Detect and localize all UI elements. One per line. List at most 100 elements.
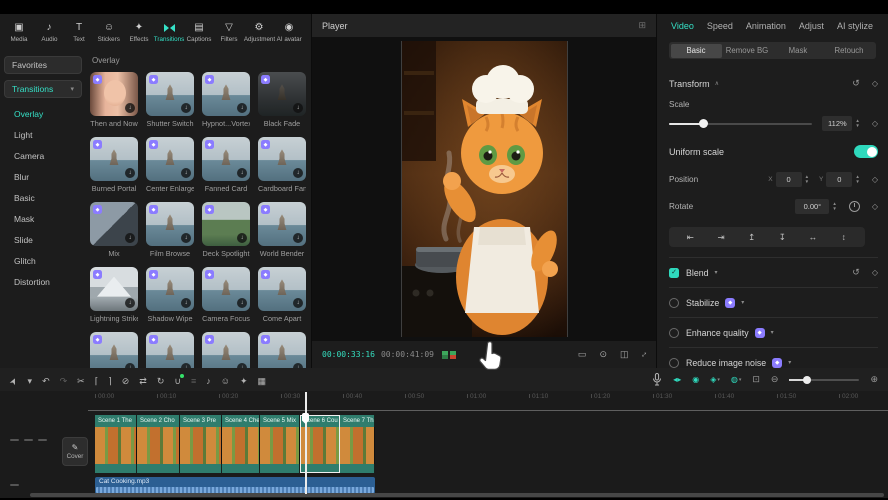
transform-keyframe-icon[interactable]: ◇: [872, 79, 878, 88]
keyframe-icon[interactable]: ◇: [872, 268, 878, 277]
redo-icon[interactable]: ↷: [60, 376, 68, 387]
toolbar-item-transitions[interactable]: Transitions: [154, 22, 184, 43]
download-icon[interactable]: ↓: [293, 168, 303, 178]
transition-item-fanned-card[interactable]: ◆↓Fanned Card: [202, 137, 250, 193]
grid-icon[interactable]: ◫: [620, 349, 629, 360]
uniform-scale-toggle[interactable]: [854, 145, 878, 158]
track-control-icon[interactable]: [24, 439, 33, 441]
download-icon[interactable]: ↓: [125, 168, 135, 178]
scale-stepper[interactable]: ▲▼: [855, 119, 859, 128]
reset-transform-icon[interactable]: ↺: [852, 78, 860, 89]
sidebar-item-mask[interactable]: Mask: [4, 209, 88, 230]
subtab-retouch[interactable]: Retouch: [824, 44, 875, 58]
rotate-dial[interactable]: [849, 201, 860, 212]
transition-thumbnail[interactable]: ◆↓: [146, 137, 194, 181]
download-icon[interactable]: ↓: [181, 233, 191, 243]
timeline-clip-scene-2-cho[interactable]: Scene 2 Cho: [137, 415, 180, 473]
marker-icon[interactable]: ≡: [191, 376, 196, 386]
section-stabilize[interactable]: Stabilize◆▾: [669, 287, 878, 317]
position-keyframe-icon[interactable]: ◇: [872, 175, 878, 184]
ratio-icon[interactable]: ▭: [578, 349, 587, 360]
transition-thumbnail[interactable]: ◆↓: [146, 332, 194, 368]
download-icon[interactable]: ↓: [237, 233, 247, 243]
position-y-field[interactable]: 0: [826, 172, 852, 187]
transition-thumbnail[interactable]: ◆↓: [258, 267, 306, 311]
subtab-remove-bg[interactable]: Remove BG: [722, 44, 773, 58]
voice-icon[interactable]: ☺: [221, 376, 230, 386]
transition-item[interactable]: ◆↓: [146, 332, 194, 368]
position-x-field[interactable]: 0: [776, 172, 802, 187]
screen-icon[interactable]: ▦: [258, 376, 267, 387]
checkbox-icon[interactable]: [669, 358, 679, 368]
track-control-icon[interactable]: [38, 439, 47, 441]
download-icon[interactable]: ↓: [237, 103, 247, 113]
keyframe-toggle-icon[interactable]: ◈▾: [710, 375, 720, 384]
rotate-value-field[interactable]: 0.00°: [795, 199, 829, 214]
timeline-clip-scene-1-the[interactable]: Scene 1 The: [95, 415, 137, 473]
download-icon[interactable]: ↓: [125, 233, 135, 243]
download-icon[interactable]: ↓: [293, 298, 303, 308]
tab-ai-stylize[interactable]: AI stylize: [837, 21, 873, 31]
track-control-icon[interactable]: [10, 439, 19, 441]
download-icon[interactable]: ↓: [181, 103, 191, 113]
transition-item[interactable]: ◆↓: [90, 332, 138, 368]
mirror-icon[interactable]: ⇄: [139, 376, 147, 387]
transition-thumbnail[interactable]: ◆↓: [202, 137, 250, 181]
magnet-icon[interactable]: ∪: [174, 376, 181, 387]
playhead[interactable]: [305, 392, 307, 494]
delete-icon[interactable]: ⊘: [122, 376, 130, 387]
toolbar-item-text[interactable]: TText: [64, 22, 94, 43]
cover-button[interactable]: ✎ Cover: [62, 437, 88, 466]
transition-item-black-fade[interactable]: ◆↓Black Fade: [258, 72, 306, 128]
tab-speed[interactable]: Speed: [707, 21, 733, 31]
undo-icon[interactable]: ↶: [42, 376, 50, 387]
chevron-down-icon[interactable]: ▾: [715, 269, 718, 276]
loop-icon[interactable]: ↻: [157, 376, 165, 387]
link-clips-icon[interactable]: ◉: [692, 375, 699, 384]
zoom-in-icon[interactable]: ⊕: [870, 374, 878, 385]
subtab-mask[interactable]: Mask: [773, 44, 824, 58]
position-x-stepper[interactable]: ▲▼: [805, 175, 809, 184]
tab-video[interactable]: Video: [671, 21, 694, 31]
snap-toggle-icon[interactable]: ◍▾: [731, 375, 742, 384]
checkbox-checked-icon[interactable]: ✓: [669, 268, 679, 278]
trim-right-icon[interactable]: ⌉: [108, 376, 112, 387]
collapse-icon[interactable]: ∧: [715, 80, 719, 87]
download-icon[interactable]: ↓: [237, 168, 247, 178]
scale-slider[interactable]: [669, 123, 812, 125]
tab-animation[interactable]: Animation: [746, 21, 786, 31]
transition-thumbnail[interactable]: ◆↓: [90, 267, 138, 311]
checkbox-icon[interactable]: [669, 298, 679, 308]
transition-thumbnail[interactable]: ◆↓: [90, 202, 138, 246]
horizontal-scrollbar[interactable]: [30, 493, 884, 497]
transition-item[interactable]: ◆↓: [258, 332, 306, 368]
align-icon-4[interactable]: ↔: [798, 232, 829, 242]
scale-keyframe-icon[interactable]: ◇: [872, 119, 878, 128]
chevron-down-icon[interactable]: ▾: [741, 299, 744, 306]
transition-thumbnail[interactable]: ◆↓: [90, 137, 138, 181]
transition-thumbnail[interactable]: ◆↓: [258, 202, 306, 246]
download-icon[interactable]: ↓: [237, 298, 247, 308]
scale-slider-knob[interactable]: [699, 119, 708, 128]
select-tool-icon[interactable]: ➤: [7, 375, 20, 386]
transition-item-then-and-now[interactable]: ◆↓Then and Now: [90, 72, 138, 128]
sidebar-item-blur[interactable]: Blur: [4, 167, 88, 188]
toolbar-item-media[interactable]: ▣Media: [4, 22, 34, 43]
transition-item-cardboard-fan[interactable]: ◆↓Cardboard Fan: [258, 137, 306, 193]
transition-thumbnail[interactable]: ◆↓: [202, 202, 250, 246]
timeline-ruler[interactable]: 00:0000:1000:2000:3000:4000:5001:0001:10…: [0, 391, 888, 413]
zoom-out-icon[interactable]: ⊖: [771, 374, 779, 385]
transition-item-deck-spotlight[interactable]: ◆↓Deck Spotlight: [202, 202, 250, 258]
align-icon-2[interactable]: ↥: [736, 232, 767, 243]
transition-item[interactable]: ◆↓: [202, 332, 250, 368]
sidebar-item-camera[interactable]: Camera: [4, 146, 88, 167]
download-icon[interactable]: ↓: [125, 103, 135, 113]
transition-item-come-apart[interactable]: ◆↓Come Apart: [258, 267, 306, 323]
download-icon[interactable]: ↓: [125, 298, 135, 308]
preview-range-icon[interactable]: ◂▸: [673, 375, 681, 384]
align-icon-0[interactable]: ⇤: [675, 232, 706, 243]
transition-item-burned-portal[interactable]: ◆↓Burned Portal: [90, 137, 138, 193]
download-icon[interactable]: ↓: [293, 103, 303, 113]
transition-item-shutter-switch[interactable]: ◆↓Shutter Switch: [146, 72, 194, 128]
player-options-icon[interactable]: ⊞: [638, 20, 646, 31]
